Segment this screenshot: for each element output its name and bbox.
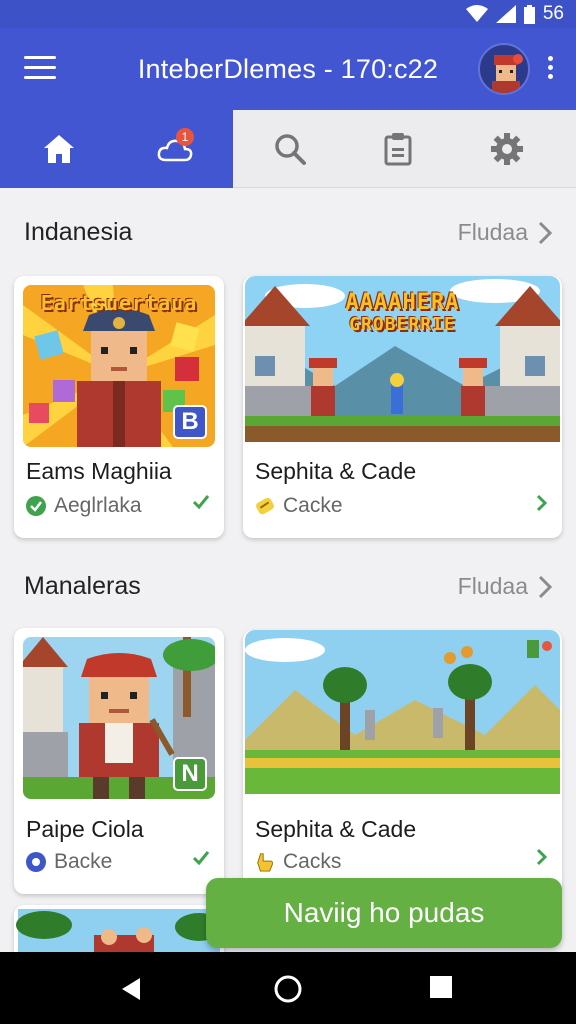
game-subtitle: Cacke [283, 494, 343, 517]
status-time: 56 [542, 3, 564, 24]
game-banner-subtitle: GROBERRIE [349, 314, 456, 335]
back-icon[interactable] [116, 974, 146, 1004]
game-subtitle: Aeglrlaka [54, 494, 142, 517]
check-circle-icon [26, 496, 46, 516]
notification-badge: 1 [176, 128, 194, 146]
game-tag-badge: N [173, 757, 207, 791]
wifi-icon [465, 5, 488, 23]
section-link-label: Fludaa [457, 573, 528, 599]
section-title: Manaleras [24, 572, 141, 600]
tab-settings[interactable] [449, 110, 565, 188]
tab-notifications[interactable] [118, 110, 233, 188]
home-button-icon[interactable] [272, 973, 302, 1003]
section-see-more-link[interactable]: Fludaa [458, 573, 552, 600]
game-subtitle-row: Cacke [255, 494, 343, 518]
hand-icon [255, 852, 275, 872]
location-pin-icon [26, 852, 46, 872]
tab-clipboard[interactable] [347, 110, 449, 188]
status-bar: 56 [0, 0, 576, 28]
clipboard-icon [384, 133, 412, 166]
check-icon[interactable] [192, 494, 210, 515]
game-banner-title: AAAAHERA [345, 290, 460, 315]
chevron-right-icon[interactable] [536, 494, 548, 517]
chevron-right-icon[interactable] [536, 848, 548, 871]
more-options-icon[interactable] [542, 56, 558, 84]
ticket-icon [255, 496, 275, 516]
app-bar: InteberDlemes - 170:c22 [0, 28, 576, 110]
system-navigation-bar [0, 952, 576, 1024]
game-subtitle: Backe [54, 850, 113, 873]
game-card[interactable]: N Paipe Ciola Backe [14, 628, 224, 894]
game-thumbnail: Eartsuertaua B [23, 285, 215, 447]
game-subtitle: Cacks [283, 850, 342, 873]
game-subtitle-row: Aeglrlaka [26, 494, 142, 518]
search-icon [275, 134, 306, 165]
game-title: Sephita & Cade [255, 458, 417, 484]
recents-icon[interactable] [428, 974, 458, 1004]
chevron-right-icon [538, 221, 552, 244]
check-icon[interactable] [192, 850, 210, 871]
game-card[interactable]: Sephita & Cade Cacks [243, 630, 562, 894]
game-card[interactable]: Eartsuertaua B Eams Maghiia Aeglrlaka [14, 276, 224, 538]
game-title: Paipe Ciola [26, 816, 144, 842]
chevron-right-icon [538, 575, 552, 598]
avatar[interactable] [478, 43, 530, 95]
game-thumbnail: N [23, 637, 215, 799]
tab-search[interactable] [233, 110, 347, 188]
status-icons: 56 [465, 3, 564, 25]
game-card[interactable]: AAAAHERA GROBERRIE Sephita & Cade Cacke [243, 276, 562, 538]
game-tag-badge: B [173, 405, 207, 439]
game-banner-title: Eartsuertaua [40, 291, 198, 315]
game-title: Eams Maghiia [26, 458, 172, 484]
game-thumbnail [245, 630, 560, 794]
navigation-toast-button[interactable]: Naviig ho pudas [206, 878, 562, 948]
home-icon [44, 135, 74, 163]
game-subtitle-row: Cacks [255, 850, 341, 874]
game-title: Sephita & Cade [255, 816, 417, 842]
signal-icon [495, 5, 516, 23]
tab-strip: 1 [0, 110, 576, 188]
game-subtitle-row: Backe [26, 850, 112, 874]
section-see-more-link[interactable]: Fludaa [458, 219, 552, 246]
battery-icon [523, 4, 535, 24]
section-title: Indanesia [24, 218, 133, 246]
tab-home[interactable] [0, 110, 118, 188]
gear-icon [491, 133, 523, 165]
section-link-label: Fludaa [457, 219, 528, 245]
game-thumbnail: AAAAHERA GROBERRIE [245, 276, 560, 442]
